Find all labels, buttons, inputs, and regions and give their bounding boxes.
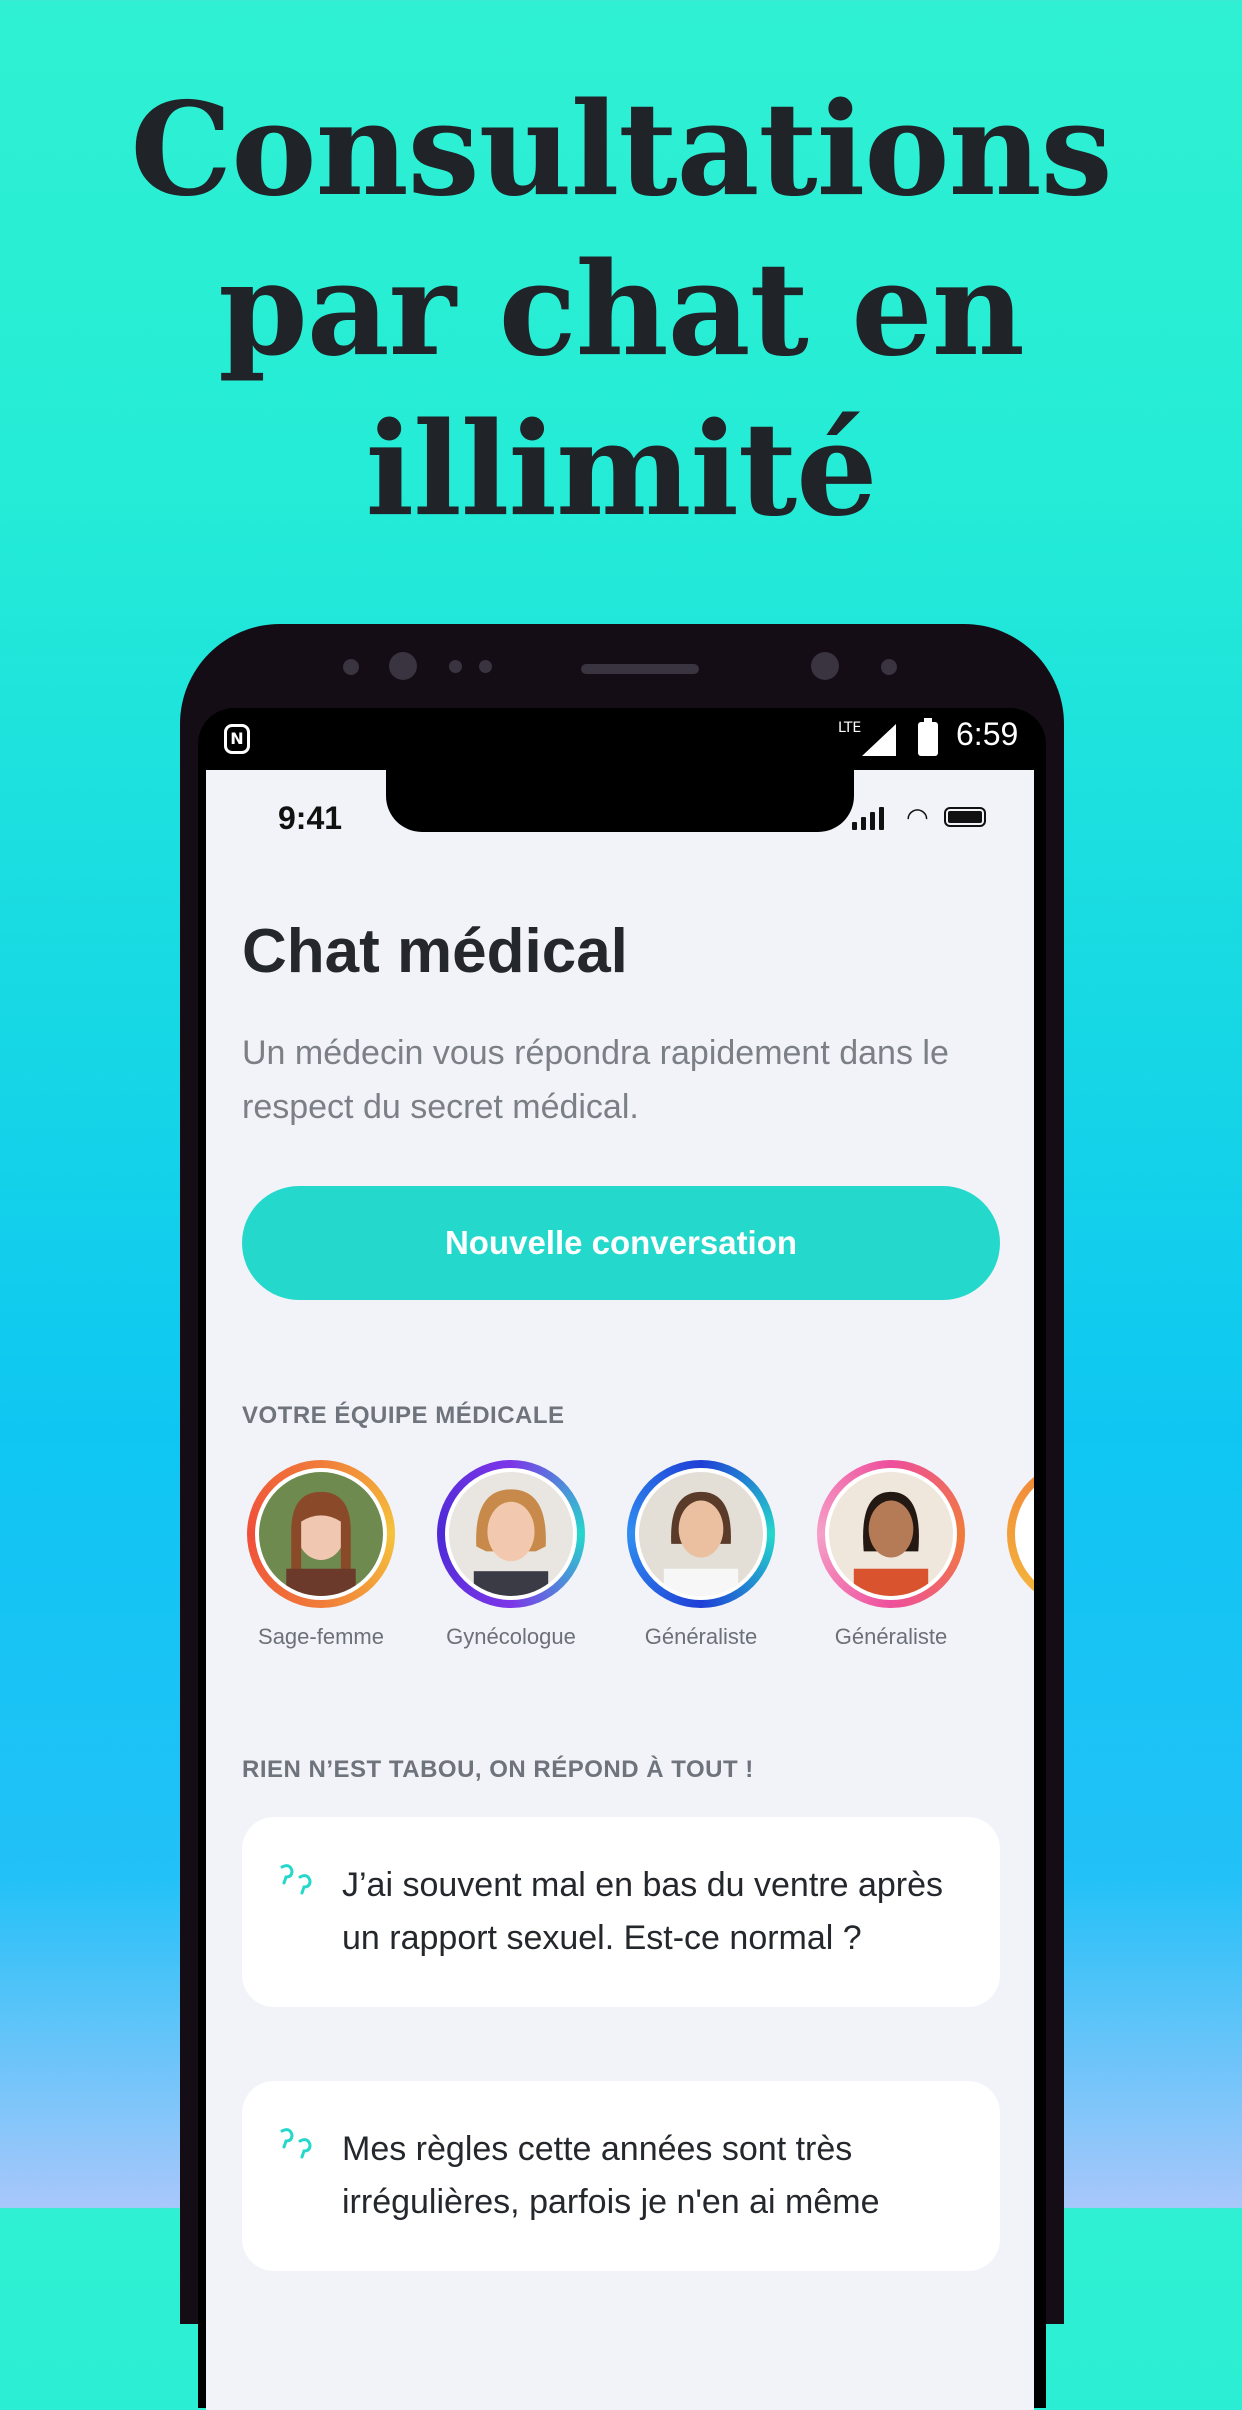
team-member[interactable]: Généraliste [606,1460,796,1650]
team-member-role: Généraliste [644,1624,758,1649]
signal-icon [862,724,896,756]
screen-notch [386,770,854,832]
page-subtitle: Un médecin vous répondra rapidement dans… [242,1034,949,1126]
avatar-ring [437,1460,585,1608]
team-carousel[interactable]: Sage-femme Gynécologue Généraliste Génér… [242,1460,1034,1660]
front-camera-icon [811,652,839,680]
headline-line-3: illimité [365,395,877,545]
avatar-ring [817,1460,965,1608]
avatar-ring [627,1460,775,1608]
team-member[interactable]: Sage-femme [226,1460,416,1650]
team-member-role: Gynécologue [446,1624,576,1649]
question-card[interactable]: J’ai souvent mal en bas du ventre après … [242,1817,1000,2007]
new-conversation-button[interactable]: Nouvelle conversation [242,1186,1000,1300]
notification-app-icon: N [224,724,250,754]
front-camera-icon [389,652,417,680]
avatar-ring [247,1460,395,1608]
avatar [255,1468,387,1600]
front-sensor-icon [343,659,359,675]
ios-status-icons: ◠ [852,804,1002,832]
quote-icon [280,2128,312,2159]
earpiece-speaker [581,664,699,674]
phone-mockup: N LTE 6:59 9:41 ◠ Chat médical Un médeci… [180,624,1064,2410]
team-member-role: Généraliste [834,1624,948,1649]
front-sensor-icon [479,660,492,673]
headline-line-2: par chat en [218,235,1025,385]
page-title: Chat médical [242,917,628,986]
quote-icon [280,1864,312,1895]
battery-charging-icon [918,718,938,756]
phone-screen: N LTE 6:59 9:41 ◠ Chat médical Un médeci… [198,708,1046,2410]
faq-heading: RIEN N’EST TABOU, ON RÉPOND À TOUT ! [242,1756,754,1783]
question-card[interactable]: Mes règles cette années sont très irrégu… [242,2081,1000,2271]
wifi-icon: ◠ [906,803,929,833]
android-clock: 6:59 [956,716,1019,752]
headline: Consultations par chat en illimité [0,70,1242,550]
headline-line-1: Consultations [130,75,1112,225]
network-type: LTE [838,720,862,736]
ios-clock: 9:41 [278,800,343,836]
front-sensor-icon [881,659,897,675]
app-screen: 9:41 ◠ Chat médical Un médecin vous répo… [206,770,1034,2410]
avatar [635,1468,767,1600]
team-member[interactable]: Généraliste [796,1460,986,1650]
front-sensor-icon [449,660,462,673]
team-member[interactable]: Gynécologue [416,1460,606,1650]
battery-icon [944,807,986,827]
team-member[interactable] [986,1460,1034,1608]
android-status-bar: N LTE 6:59 [198,708,1046,770]
avatar [825,1468,957,1600]
team-heading: VOTRE ÉQUIPE MÉDICALE [242,1402,565,1429]
team-member-role: Sage-femme [258,1624,384,1649]
avatar [1015,1468,1034,1600]
avatar [445,1468,577,1600]
question-text: Mes règles cette années sont très irrégu… [342,2130,880,2221]
avatar-ring [1007,1460,1034,1608]
question-text: J’ai souvent mal en bas du ventre après … [342,1866,944,1957]
